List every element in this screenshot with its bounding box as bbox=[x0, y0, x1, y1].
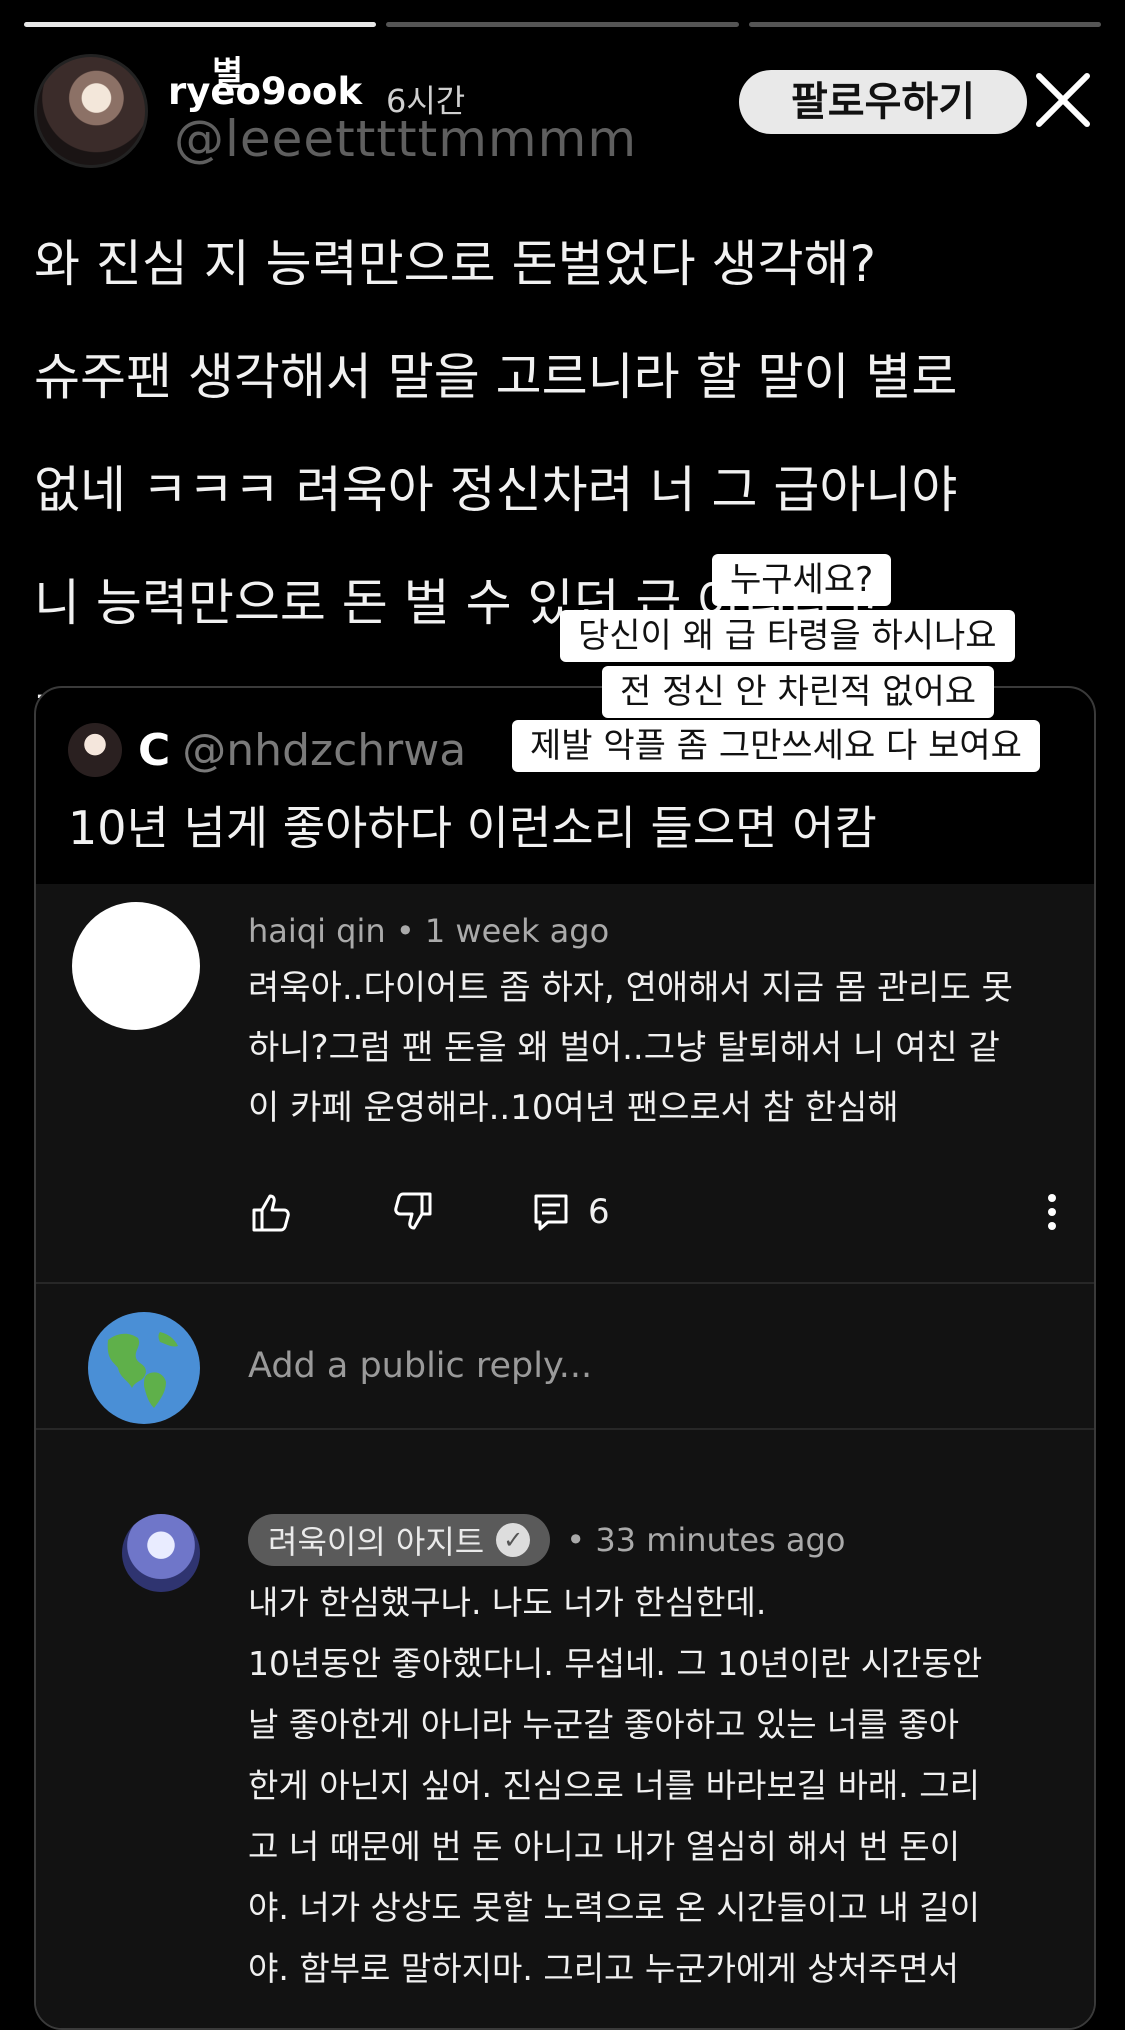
commenter-avatar bbox=[72, 902, 200, 1030]
more-options-button[interactable] bbox=[1028, 1182, 1076, 1242]
follow-button[interactable]: 팔로우하기 bbox=[739, 70, 1027, 134]
comment-author: haiqi qin bbox=[248, 912, 386, 950]
quote-name: C bbox=[138, 724, 171, 776]
reply-count: 6 bbox=[588, 1192, 610, 1232]
tweet-handle: @leeetttttmmmm bbox=[174, 110, 638, 168]
post-line: 없네 ㅋㅋㅋ 려욱아 정신차려 너 그 급아니야 bbox=[34, 461, 958, 519]
comment-line: 한게 아닌지 싶어. 진심으로 너를 바라보길 바래. 그리 bbox=[248, 1766, 980, 1805]
comment-line: 10년동안 좋아했다니. 무섭네. 그 10년이란 시간동안 bbox=[248, 1644, 983, 1683]
quoted-post-card[interactable]: C @nhdzchrwa 10년 넘게 좋아하다 이런소리 들으면 어캄 hai… bbox=[34, 686, 1096, 2030]
comment-icon bbox=[534, 1194, 568, 1231]
story-progress-segment bbox=[24, 22, 377, 27]
thumbs-down-icon bbox=[394, 1192, 432, 1230]
quote-avatar bbox=[68, 723, 122, 777]
post-line: 슈주팬 생각해서 말을 고르니라 할 말이 별로 bbox=[34, 348, 958, 406]
dislike-button[interactable] bbox=[388, 1182, 436, 1242]
reply-input[interactable]: Add a public reply... bbox=[248, 1346, 592, 1386]
comment-line: 야. 너가 상상도 못할 노력으로 온 시간들이고 내 길이 bbox=[248, 1888, 980, 1927]
thumbs-up-icon bbox=[252, 1194, 290, 1232]
comment-line: 고 너 때문에 번 돈 아니고 내가 열심히 해서 번 돈이 bbox=[248, 1827, 961, 1866]
overlay-text-sticker: 누구세요? bbox=[712, 554, 892, 606]
avatar[interactable] bbox=[34, 54, 148, 168]
story-progress bbox=[24, 22, 1101, 27]
quote-handle: @nhdzchrwa bbox=[182, 724, 467, 776]
divider bbox=[36, 1282, 1094, 1284]
more-vert-icon bbox=[1048, 1194, 1056, 1230]
quote-header: C @nhdzchrwa bbox=[68, 720, 466, 780]
comment-text: 려욱아..다이어트 좀 하자, 연애해서 지금 몸 관리도 못 하니?그럼 팬 … bbox=[248, 958, 1068, 1138]
comment-line: 하니?그럼 팬 돈을 왜 벌어..그냥 탈퇴해서 니 여친 같 bbox=[248, 1028, 1000, 1068]
username[interactable]: ryeo9ook bbox=[168, 70, 362, 113]
story-progress-segment bbox=[748, 22, 1101, 27]
post-line: 와 진심 지 능력만으로 돈벌었다 생각해? bbox=[34, 235, 877, 293]
comment-line: 야. 함부로 말하지마. 그리고 누군가에게 상처주면서 bbox=[248, 1949, 959, 1988]
overlay-text-sticker: 당신이 왜 급 타령을 하시나요 bbox=[560, 610, 1015, 662]
comment-line: 내가 한심했구나. 나도 너가 한심한데. bbox=[248, 1583, 767, 1622]
like-button[interactable] bbox=[248, 1182, 296, 1242]
comment-line: 이 카페 운영해라..10여년 팬으로서 참 한심해 bbox=[248, 1088, 899, 1128]
comment-actions: 6 bbox=[248, 1182, 1068, 1242]
close-icon[interactable] bbox=[1031, 68, 1095, 132]
replies-button[interactable]: 6 bbox=[528, 1182, 610, 1242]
channel-owner-badge: 려욱이의 아지트 ✓ bbox=[248, 1514, 551, 1566]
divider bbox=[36, 1428, 1094, 1430]
channel-avatar bbox=[122, 1514, 200, 1592]
channel-name: 려욱이의 아지트 bbox=[268, 1523, 485, 1561]
comment-meta: 려욱이의 아지트 ✓ • 33 minutes ago bbox=[248, 1514, 845, 1566]
overlay-text-sticker: 제발 악플 좀 그만쓰세요 다 보여요 bbox=[512, 720, 1040, 772]
story-progress-segment bbox=[386, 22, 739, 27]
comment-text: 내가 한심했구나. 나도 너가 한심한데. 10년동안 좋아했다니. 무섭네. … bbox=[248, 1572, 1078, 1999]
comment-line: 려욱아..다이어트 좀 하자, 연애해서 지금 몸 관리도 못 bbox=[248, 968, 1013, 1008]
comment-time: 1 week ago bbox=[424, 912, 610, 950]
verified-check-icon: ✓ bbox=[496, 1523, 531, 1557]
quote-text: 10년 넘게 좋아하다 이런소리 들으면 어캄 bbox=[68, 801, 877, 855]
globe-icon bbox=[88, 1312, 200, 1424]
comment-line: 날 좋아한게 아니라 누군갈 좋아하고 있는 너를 좋아 bbox=[248, 1705, 959, 1744]
story-header: 별 ryeo9ook 6시간 @leeetttttmmmm 팔로우하기 bbox=[34, 54, 1095, 172]
overlay-text-sticker: 전 정신 안 차린적 없어요 bbox=[602, 666, 995, 718]
comment-time: 33 minutes ago bbox=[595, 1521, 846, 1559]
comment-meta: haiqi qin • 1 week ago bbox=[248, 912, 610, 950]
youtube-comments-screenshot: haiqi qin • 1 week ago 려욱아..다이어트 좀 하자, 연… bbox=[36, 884, 1094, 2028]
